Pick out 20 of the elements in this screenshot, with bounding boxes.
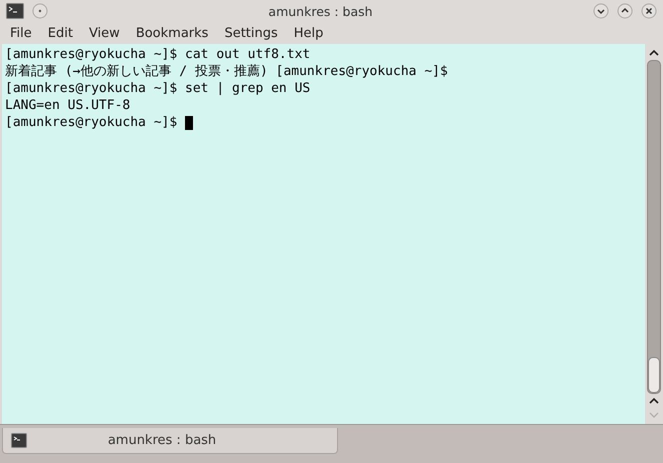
menu-item[interactable]: Help (286, 26, 332, 40)
terminal-line: [amunkres@ryokucha ~]$ cat out utf8.txt (5, 46, 310, 63)
menu-item[interactable]: Bookmarks (128, 26, 216, 40)
scrollbar-track[interactable] (647, 60, 661, 394)
menu-item[interactable]: Edit (40, 26, 81, 40)
terminal-icon[interactable] (6, 3, 24, 19)
close-icon[interactable] (641, 3, 657, 19)
menu-item[interactable]: Settings (216, 26, 286, 40)
menu-item[interactable]: File (2, 26, 40, 40)
scrollbar-thumb[interactable] (648, 357, 660, 393)
minimize-icon[interactable] (593, 3, 609, 19)
maximize-icon[interactable] (617, 3, 633, 19)
terminal-line: 新着記事 (→他の新しい記事 / 投票・推薦) [amunkres@ryokucha ~]$ (5, 63, 448, 80)
window-title: amunkres : bash (267, 4, 374, 18)
terminal-line: LANG=en US.UTF-8 (5, 97, 130, 114)
terminal-icon (11, 433, 27, 448)
terminal-line: [amunkres@ryokucha ~]$ (5, 114, 178, 131)
tab[interactable]: amunkres : bash (2, 428, 338, 454)
menu-item[interactable]: View (80, 26, 128, 40)
terminal-line: [amunkres@ryokucha ~]$ set | grep en US (5, 80, 310, 97)
